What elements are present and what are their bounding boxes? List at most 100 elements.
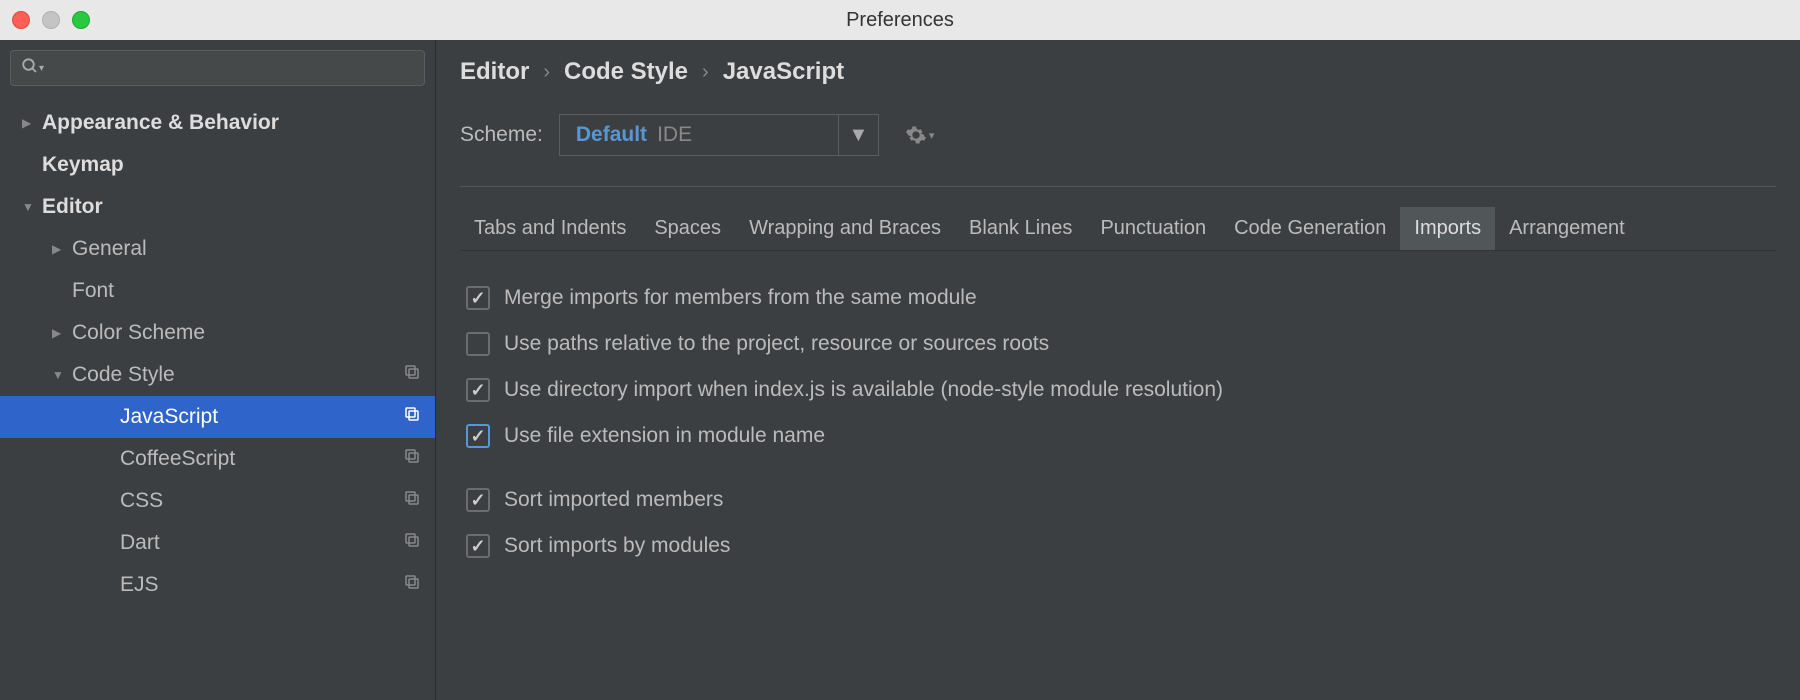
titlebar: Preferences [0,0,1800,40]
sidebar: ▾ ▶Appearance & BehaviorKeymap▼Editor▶Ge… [0,40,436,700]
tree-item-label: Font [72,279,421,303]
checkbox-label: Sort imported members [504,488,723,512]
tree-item-label: CSS [120,489,403,513]
scheme-row: Scheme: Default IDE ▼ ▾ [460,114,1776,156]
tree-item-label: EJS [120,573,403,597]
breadcrumb: Editor › Code Style › JavaScript [460,58,1776,86]
content-panel: Editor › Code Style › JavaScript Scheme:… [436,40,1800,700]
checkbox[interactable] [466,534,490,558]
copy-settings-icon [403,363,421,387]
tree-item[interactable]: ▶Appearance & Behavior [0,102,435,144]
tab[interactable]: Wrapping and Braces [735,207,955,250]
chevron-down-icon: ▼ [848,124,868,147]
search-icon [21,57,39,80]
tree-item[interactable]: Font [0,270,435,312]
divider [460,186,1776,187]
checkbox-row: Use file extension in module name [466,413,1770,459]
copy-settings-icon [403,573,421,597]
tab[interactable]: Spaces [640,207,735,250]
tree-item[interactable]: ▶Color Scheme [0,312,435,354]
tree-item[interactable]: EJS [0,564,435,606]
scheme-label: Scheme: [460,123,543,147]
checkbox[interactable] [466,488,490,512]
copy-settings-icon [403,447,421,471]
tab-label: Tabs and Indents [474,217,626,239]
copy-settings-icon [403,489,421,513]
search-input[interactable]: ▾ [10,50,425,86]
tree-item-label: Dart [120,531,403,555]
tab-label: Punctuation [1100,217,1206,239]
tree-item[interactable]: CoffeeScript [0,438,435,480]
search-history-chevron-icon[interactable]: ▾ [39,63,44,74]
checkbox-label: Use file extension in module name [504,424,825,448]
tree-item-label: Appearance & Behavior [42,111,421,135]
checkbox-label: Use paths relative to the project, resou… [504,332,1049,356]
scheme-value: Default IDE [560,123,838,147]
tree-item-label: Color Scheme [72,321,421,345]
copy-settings-icon [403,405,421,429]
tab[interactable]: Blank Lines [955,207,1086,250]
tab[interactable]: Code Generation [1220,207,1400,250]
scheme-dropdown-button[interactable]: ▼ [838,115,878,155]
tree-item-label: General [72,237,421,261]
tab[interactable]: Punctuation [1086,207,1220,250]
tree-item[interactable]: JavaScript [0,396,435,438]
tab-label: Spaces [654,217,721,239]
breadcrumb-separator-icon: › [702,61,709,84]
checkbox-row: Sort imported members [466,477,1770,523]
tree-arrow-icon[interactable]: ▼ [22,200,42,214]
window-close-button[interactable] [12,11,30,29]
checkbox-row: Use directory import when index.js is av… [466,367,1770,413]
window-minimize-button[interactable] [42,11,60,29]
tree-item-label: Code Style [72,363,403,387]
tree-item-label: Editor [42,195,421,219]
checkbox[interactable] [466,332,490,356]
tree-item[interactable]: ▶General [0,228,435,270]
tab-label: Wrapping and Braces [749,217,941,239]
scheme-tag: IDE [657,123,692,147]
tree-item[interactable]: ▼Editor [0,186,435,228]
spacer [466,459,1770,477]
tree-item-label: JavaScript [120,405,403,429]
checkbox[interactable] [466,286,490,310]
tree-item[interactable]: Dart [0,522,435,564]
window-title: Preferences [846,9,954,32]
tab-label: Arrangement [1509,217,1625,239]
tree-arrow-icon[interactable]: ▶ [52,242,72,256]
tree-arrow-icon[interactable]: ▼ [52,368,72,382]
tree-item-label: Keymap [42,153,421,177]
scheme-actions-button[interactable]: ▾ [905,124,935,146]
tree-item[interactable]: ▼Code Style [0,354,435,396]
tab-label: Imports [1414,217,1481,239]
tab-label: Blank Lines [969,217,1072,239]
settings-tree: ▶Appearance & BehaviorKeymap▼Editor▶Gene… [0,96,435,700]
traffic-lights [12,11,90,29]
search-wrapper: ▾ [0,40,435,96]
breadcrumb-separator-icon: › [543,61,550,84]
scheme-select[interactable]: Default IDE ▼ [559,114,879,156]
checkbox[interactable] [466,378,490,402]
tabs: Tabs and Indents Spaces Wrapping and Brace… [460,207,1776,251]
checkbox-label: Sort imports by modules [504,534,730,558]
tab[interactable]: Tabs and Indents [460,207,640,250]
tab-label: Code Generation [1234,217,1386,239]
options-list: Merge imports for members from the same … [460,251,1776,593]
tree-arrow-icon[interactable]: ▶ [22,116,42,130]
tab[interactable]: Arrangement [1495,207,1639,250]
tab[interactable]: Imports [1400,207,1495,250]
scheme-name: Default [576,123,647,147]
breadcrumb-segment: Code Style [564,58,688,86]
checkbox-label: Merge imports for members from the same … [504,286,977,310]
breadcrumb-segment: JavaScript [723,58,844,86]
main-container: ▾ ▶Appearance & BehaviorKeymap▼Editor▶Ge… [0,40,1800,700]
tree-arrow-icon[interactable]: ▶ [52,326,72,340]
window-maximize-button[interactable] [72,11,90,29]
checkbox-row: Sort imports by modules [466,523,1770,569]
breadcrumb-segment: Editor [460,58,529,86]
tree-item[interactable]: CSS [0,480,435,522]
checkbox-row: Merge imports for members from the same … [466,275,1770,321]
checkbox-row: Use paths relative to the project, resou… [466,321,1770,367]
copy-settings-icon [403,531,421,555]
tree-item[interactable]: Keymap [0,144,435,186]
checkbox[interactable] [466,424,490,448]
